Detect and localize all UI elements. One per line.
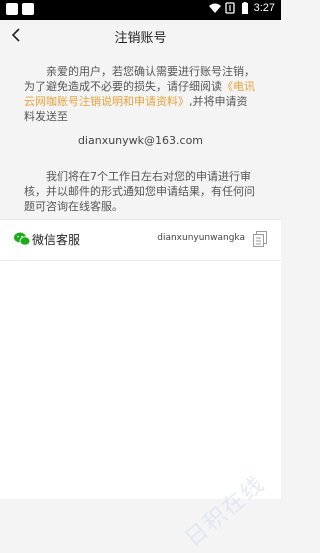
contact-email: dianxunywk@163.com (77, 134, 204, 147)
notice-text: 亲爱的用户，若您确认需要进行账号注销，为了避免造成不必要的损失，请仔细阅读 (24, 65, 255, 93)
status-bar-notifications (6, 3, 34, 15)
notification-icon (6, 3, 18, 15)
notice-paragraph-2: 我们将在7个工作日左右对您的申请进行审核，并以邮件的形式通知您申请结果，有任何问… (24, 170, 255, 213)
wechat-id: dianxunyunwangka (157, 233, 245, 243)
notice-paragraph-1: 亲爱的用户，若您确认需要进行账号注销，为了避免造成不必要的损失，请仔细阅读《电讯… (24, 64, 257, 124)
empty-area: 日积在线 (0, 261, 281, 552)
watermark: 日积在线 (180, 471, 271, 552)
wechat-label: 微信客服 (32, 233, 81, 247)
wechat-service-row[interactable]: 微信客服 dianxunyunwangka (0, 219, 281, 261)
status-time: 3:27 (253, 2, 275, 14)
battery-icon (241, 2, 248, 14)
wifi-icon (208, 3, 221, 13)
sim-icon (224, 2, 235, 14)
page-title: 注销账号 (114, 31, 167, 46)
nav-bar: 注销账号 (0, 20, 281, 50)
status-bar: 3:27 (0, 0, 281, 20)
notification-icon (22, 3, 34, 15)
notice-section: 亲爱的用户，若您确认需要进行账号注销，为了避免造成不必要的损失，请仔细阅读《电讯… (0, 64, 281, 214)
copy-icon[interactable] (253, 231, 267, 247)
wechat-icon (14, 232, 30, 246)
